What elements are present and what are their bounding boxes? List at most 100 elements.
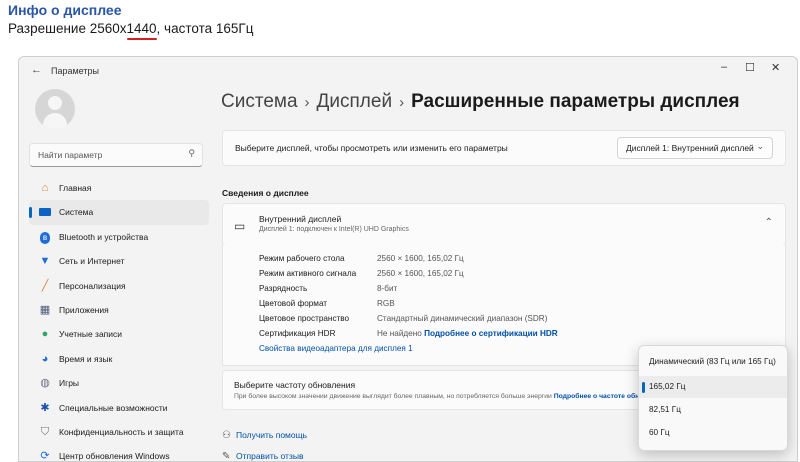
refresh-rate-desc-text: При более высоком значении движение выгл… bbox=[234, 393, 552, 400]
title-bar: ← Параметры – ☐ ✕ bbox=[19, 57, 797, 85]
search-input[interactable]: Найти параметр ⚲ bbox=[29, 143, 203, 167]
refresh-option-label: 165,02 Гц bbox=[649, 382, 686, 391]
network-icon: ▼ bbox=[39, 255, 51, 268]
avatar-body bbox=[43, 113, 67, 129]
display-info-heading: Сведения о дисплее bbox=[222, 188, 309, 198]
refresh-learn-more-link[interactable]: Подробнее о частоте обн bbox=[554, 393, 640, 400]
sidebar-item-label: Bluetooth и устройства bbox=[59, 231, 149, 242]
display-dropdown[interactable]: Дисплей 1: Внутренний дисплей ⌄ bbox=[617, 137, 773, 159]
window-title: Параметры bbox=[51, 66, 99, 76]
prop-key: Режим рабочего стола bbox=[259, 254, 345, 263]
get-help-label: Получить помощь bbox=[236, 430, 308, 440]
home-icon: ⌂ bbox=[41, 182, 49, 194]
shield-icon: ⛉ bbox=[40, 425, 50, 438]
sidebar-item-label: Учетные записи bbox=[59, 329, 123, 340]
sidebar-item-privacy[interactable]: ⛉ Конфиденциальность и защита bbox=[29, 420, 209, 444]
display-select-card: Выберите дисплей, чтобы просмотреть или … bbox=[222, 130, 786, 166]
hdr-learn-more-link[interactable]: Подробнее о сертификации HDR bbox=[424, 329, 558, 338]
prop-key: Цветовой формат bbox=[259, 299, 328, 308]
adapter-properties-link[interactable]: Свойства видеоадаптера для дисплея 1 bbox=[259, 344, 413, 353]
page-title: Расширенные параметры дисплея bbox=[411, 91, 740, 112]
prop-value: 2560 × 1600, 165,02 Гц bbox=[377, 254, 464, 263]
sidebar-item-accounts[interactable]: ● Учетные записи bbox=[29, 322, 209, 346]
sidebar-item-update[interactable]: ⟳ Центр обновления Windows bbox=[29, 444, 209, 462]
sidebar-item-label: Главная bbox=[59, 183, 92, 193]
prop-value: Стандартный динамический диапазон (SDR) bbox=[377, 314, 548, 323]
search-icon[interactable]: ⚲ bbox=[188, 148, 195, 159]
sidebar-item-label: Время и язык bbox=[59, 353, 113, 364]
breadcrumb-display[interactable]: Дисплей bbox=[317, 91, 393, 112]
chevron-up-icon[interactable]: ⌃ bbox=[765, 217, 773, 228]
brush-icon: ╱ bbox=[41, 279, 49, 292]
refresh-rate-description: При более высоком значении движение выгл… bbox=[234, 393, 639, 400]
refresh-option-label: Динамический (83 Гц или 165 Гц) bbox=[649, 357, 776, 366]
refresh-rate-menu: Динамический (83 Гц или 165 Гц) 165,02 Г… bbox=[638, 345, 788, 451]
send-feedback-link[interactable]: ✎ Отправить отзыв bbox=[222, 451, 303, 462]
feedback-icon: ✎ bbox=[222, 451, 231, 462]
display-info-header[interactable]: ▭ Внутренний дисплей Дисплей 1: подключе… bbox=[222, 203, 786, 366]
caption-text-start: Разрешение 2560x bbox=[8, 21, 127, 36]
sidebar-item-label: Персонализация bbox=[59, 280, 126, 291]
sidebar-item-gaming[interactable]: ◍ Игры bbox=[29, 371, 209, 395]
refresh-option-60[interactable]: 60 Гц bbox=[639, 422, 787, 444]
sidebar-item-accessibility[interactable]: ✱ Специальные возможности bbox=[29, 396, 209, 420]
breadcrumb-system[interactable]: Система bbox=[221, 91, 298, 112]
prop-value: 2560 × 1600, 165,02 Гц bbox=[377, 269, 464, 278]
red-underline bbox=[126, 38, 157, 40]
close-button[interactable]: ✕ bbox=[771, 61, 780, 74]
prop-key: Цветовое пространство bbox=[259, 314, 350, 323]
caption-highlight-text: 1440 bbox=[126, 21, 157, 36]
display-name: Внутренний дисплей bbox=[259, 214, 342, 224]
caption-title: Инфо о дисплее bbox=[8, 2, 122, 18]
caption-text-end: , частота 165Гц bbox=[156, 21, 254, 36]
sidebar-item-system[interactable]: Система bbox=[29, 200, 209, 225]
refresh-rate-title: Выберите частоту обновления bbox=[234, 380, 356, 390]
prop-key: Режим активного сигнала bbox=[259, 269, 357, 278]
sidebar-item-personalization[interactable]: ╱ Персонализация bbox=[29, 274, 209, 298]
display-connection: Дисплей 1: подключен к Intel(R) UHD Grap… bbox=[259, 226, 409, 233]
sidebar-item-bluetooth[interactable]: ʙ Bluetooth и устройства bbox=[29, 225, 209, 249]
monitor-icon: ▭ bbox=[234, 219, 246, 233]
refresh-option-165[interactable]: 165,02 Гц bbox=[639, 376, 787, 398]
prop-key: Сертификация HDR bbox=[259, 329, 336, 338]
sidebar-item-label: Конфиденциальность и защита bbox=[59, 426, 184, 437]
breadcrumb-separator: › bbox=[304, 94, 310, 111]
sidebar-item-label: Система bbox=[59, 207, 94, 218]
avatar-head bbox=[48, 96, 62, 110]
apps-icon: ▦ bbox=[39, 303, 51, 316]
breadcrumb: Система › Дисплей › Расширенные параметры ди… bbox=[221, 91, 740, 113]
globe-icon: ◕ bbox=[41, 352, 49, 365]
back-arrow-icon[interactable]: ← bbox=[31, 64, 42, 76]
sidebar-item-time-language[interactable]: ◕ Время и язык bbox=[29, 347, 209, 371]
breadcrumb-separator: › bbox=[399, 94, 405, 111]
prop-key: Разрядность bbox=[259, 284, 308, 293]
account-icon: ● bbox=[41, 328, 49, 341]
sidebar-item-apps[interactable]: ▦ Приложения bbox=[29, 298, 209, 322]
sidebar-item-home[interactable]: ⌂ Главная bbox=[29, 176, 209, 200]
update-icon: ⟳ bbox=[40, 450, 50, 462]
display-dropdown-value: Дисплей 1: Внутренний дисплей bbox=[626, 143, 754, 153]
refresh-option-82[interactable]: 82,51 Гц bbox=[639, 399, 787, 421]
selected-indicator bbox=[642, 382, 645, 393]
caption-highlight: 1440 bbox=[126, 21, 157, 40]
sidebar-item-label: Игры bbox=[59, 378, 80, 389]
minimize-button[interactable]: – bbox=[721, 61, 727, 73]
refresh-option-label: 60 Гц bbox=[649, 428, 670, 437]
avatar[interactable] bbox=[35, 89, 75, 129]
system-icon bbox=[38, 205, 52, 219]
accessibility-icon: ✱ bbox=[40, 401, 50, 414]
prop-value: 8-бит bbox=[377, 284, 398, 293]
prop-value: RGB bbox=[377, 299, 395, 308]
sidebar-item-label: Специальные возможности bbox=[59, 402, 168, 413]
active-indicator bbox=[29, 207, 32, 219]
prop-value: Не найдено Подробнее о сертификации HDR bbox=[377, 329, 558, 338]
bluetooth-icon: ʙ bbox=[38, 230, 52, 244]
hdr-value: Не найдено bbox=[377, 329, 422, 338]
chevron-down-icon: ⌄ bbox=[756, 141, 764, 151]
sidebar-item-network[interactable]: ▼ Сеть и Интернет bbox=[29, 249, 209, 273]
get-help-link[interactable]: ⚇ Получить помощь bbox=[222, 430, 307, 441]
search-placeholder: Найти параметр bbox=[38, 150, 103, 160]
maximize-button[interactable]: ☐ bbox=[745, 61, 755, 74]
refresh-option-dynamic[interactable]: Динамический (83 Гц или 165 Гц) bbox=[639, 351, 787, 373]
sidebar-item-label: Приложения bbox=[59, 304, 109, 315]
